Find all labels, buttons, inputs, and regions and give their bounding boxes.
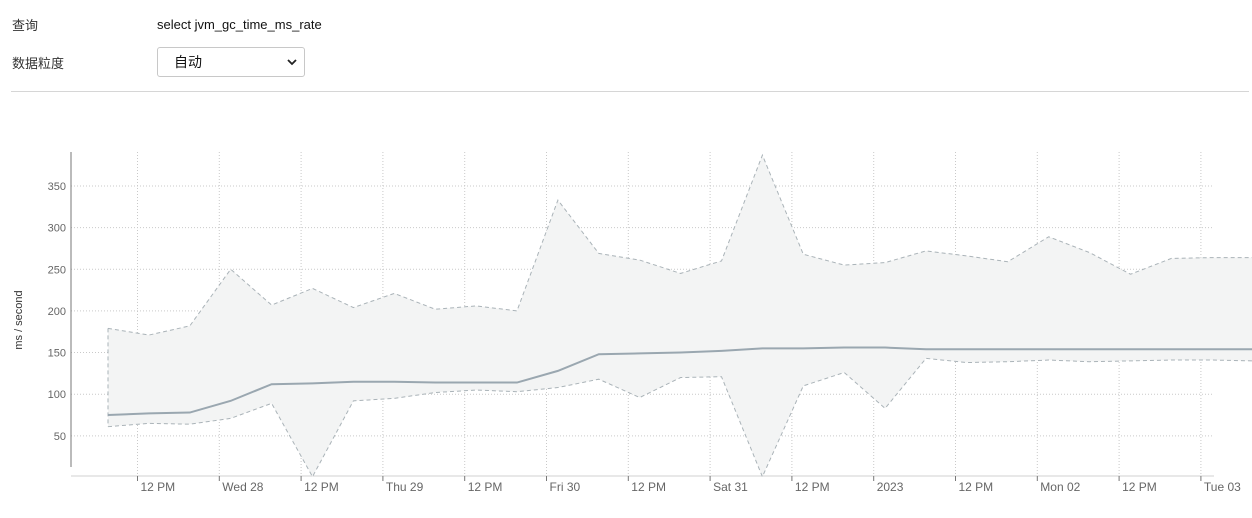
y-tick-label: 300 [48, 223, 66, 235]
x-tick-label: 12 PM [795, 480, 830, 494]
page: 查询 select jvm_gc_time_ms_rate 数据粒度 自动 50… [0, 0, 1252, 518]
x-tick-label: 12 PM [141, 480, 176, 494]
x-tick-label: 2023 [877, 480, 904, 494]
x-tick-label: 12 PM [1122, 480, 1157, 494]
y-axis-label: ms / second [13, 290, 25, 349]
x-tick-label: Sat 31 [713, 480, 748, 494]
y-tick-label: 200 [48, 306, 66, 318]
x-tick-label: Tue 03 [1204, 480, 1241, 494]
x-tick-label: 12 PM [631, 480, 666, 494]
confidence-band [108, 155, 1252, 477]
x-tick-label: 12 PM [468, 480, 503, 494]
y-tick-label: 150 [48, 348, 66, 360]
y-tick-label: 250 [48, 264, 66, 276]
x-tick-label: Mon 02 [1040, 480, 1080, 494]
x-tick-label: 12 PM [304, 480, 339, 494]
x-tick-label: Fri 30 [550, 480, 581, 494]
y-tick-label: 350 [48, 181, 66, 193]
x-tick-label: Thu 29 [386, 480, 424, 494]
y-tick-label: 100 [48, 389, 66, 401]
y-tick-label: 50 [54, 431, 66, 443]
x-tick-label: 12 PM [959, 480, 994, 494]
x-tick-label: Wed 28 [222, 480, 263, 494]
line-chart: 50 100 150 200 250 300 350 12 PM Wed 28 12 PM Thu … [13, 152, 1252, 494]
